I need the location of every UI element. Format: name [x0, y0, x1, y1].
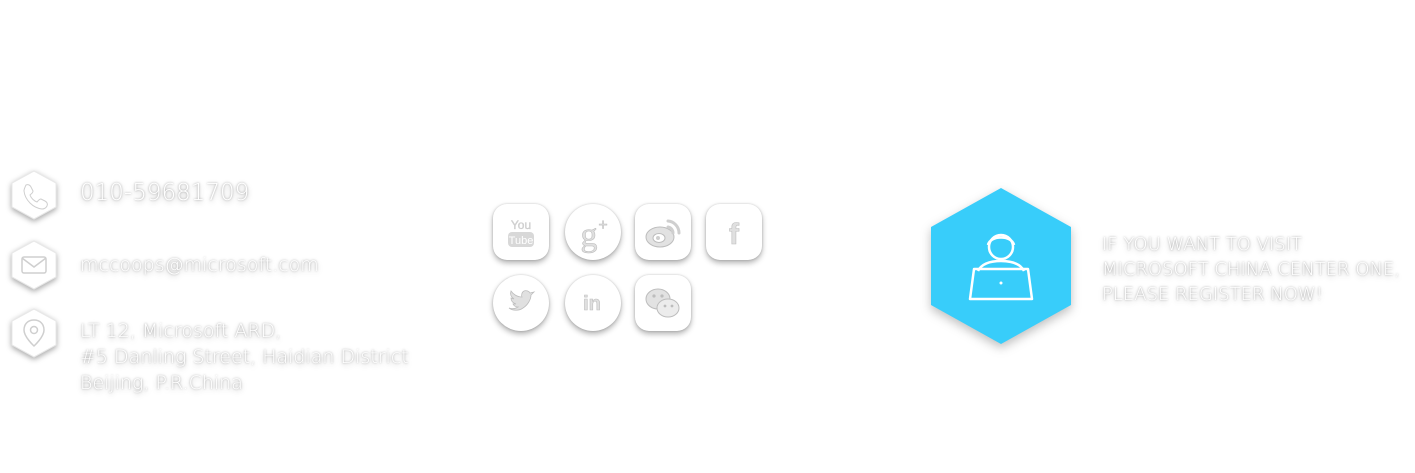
- contact-phone-row: 010-59681709: [10, 170, 249, 220]
- svg-text:You: You: [511, 218, 531, 232]
- facebook-icon[interactable]: f: [706, 204, 762, 260]
- linkedin-icon[interactable]: in: [565, 275, 621, 331]
- svg-text:g: g: [581, 217, 598, 254]
- register-line: IF YOU WANT TO VISIT: [1102, 234, 1303, 255]
- youtube-icon[interactable]: You Tube: [493, 204, 549, 260]
- svg-text:Tube: Tube: [509, 235, 534, 247]
- register-line: PLEASE REGISTER NOW!: [1102, 284, 1323, 305]
- email-link[interactable]: mccoops@microsoft.com: [80, 252, 319, 278]
- address-line: Beijing, P.R.China: [80, 372, 243, 394]
- address-block: LT 12, Microsoft ARD, #5 Danling Street,…: [80, 318, 409, 396]
- svg-text:in: in: [583, 293, 601, 315]
- register-message[interactable]: IF YOU WANT TO VISIT MICROSOFT CHINA CEN…: [1102, 232, 1415, 307]
- contact-address-row: LT 12, Microsoft ARD, #5 Danling Street,…: [10, 308, 409, 396]
- svg-text:f: f: [729, 218, 740, 251]
- weibo-icon[interactable]: [635, 204, 691, 260]
- register-hex-button[interactable]: [930, 187, 1072, 345]
- phone-icon: [10, 170, 58, 220]
- user-laptop-icon: [968, 233, 1034, 301]
- contact-email-row: mccoops@microsoft.com: [10, 240, 319, 290]
- google-plus-icon[interactable]: g +: [565, 204, 621, 260]
- twitter-icon[interactable]: [493, 275, 549, 331]
- address-line: #5 Danling Street, Haidian District: [80, 346, 409, 368]
- register-line: MICROSOFT CHINA CENTER ONE,: [1102, 259, 1401, 280]
- svg-text:+: +: [598, 217, 607, 234]
- wechat-icon[interactable]: [635, 275, 691, 331]
- envelope-icon: [10, 240, 58, 290]
- address-line: LT 12, Microsoft ARD,: [80, 320, 282, 342]
- location-pin-icon: [10, 308, 58, 358]
- phone-number[interactable]: 010-59681709: [80, 180, 249, 206]
